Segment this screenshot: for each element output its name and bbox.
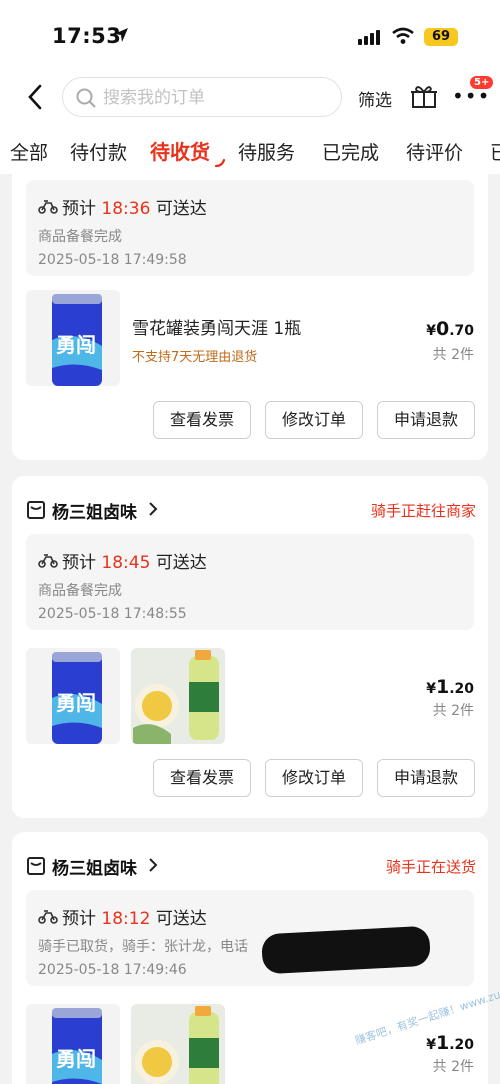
notification-badge: 5+ (470, 76, 494, 89)
chevron-right-icon (149, 502, 158, 516)
clock: 17:53 (52, 24, 122, 48)
eta-text: 预计 18:45 可送达 (62, 553, 207, 573)
beer-can-illustration: 勇闯 (26, 290, 120, 386)
tab-pending-review[interactable]: 待评价 (406, 138, 463, 165)
eta-text: 预计 18:12 可送达 (62, 909, 207, 929)
order-price: ¥1.20 (426, 676, 474, 698)
request-refund-button[interactable]: 申请退款 (377, 759, 475, 797)
delivery-status: 商品备餐完成 (38, 229, 122, 245)
product-image-green-tea[interactable] (131, 1004, 225, 1084)
shop-header[interactable]: 杨三姐卤味 骑手正赶往商家 (26, 498, 476, 524)
item-count: 共 2件 (432, 347, 474, 363)
tab-partial[interactable]: 已 (490, 138, 500, 165)
tab-pending-service[interactable]: 待服务 (238, 138, 295, 165)
store-icon (27, 857, 45, 875)
shop-name: 杨三姐卤味 (52, 503, 137, 523)
order-tabs: 全部 待付款 待收货 待服务 已完成 待评价 已 (0, 126, 500, 174)
rider-status: 骑手正在送货 (385, 858, 476, 876)
more-dots-icon: ••• (452, 84, 491, 108)
shop-header[interactable]: 杨三姐卤味 骑手正在送货 (26, 854, 476, 880)
chevron-right-icon (149, 858, 158, 872)
product-image-beer-can[interactable]: 勇闯 (26, 1004, 120, 1084)
delivery-info: 预计 18:36 可送达 商品备餐完成 2025-05-18 17:49:58 (26, 180, 474, 276)
shop-name: 杨三姐卤味 (52, 859, 137, 879)
store-icon (27, 501, 45, 519)
beer-can-illustration: 勇闯 (26, 648, 120, 744)
order-time: 2025-05-18 17:48:55 (38, 606, 187, 622)
tab-completed[interactable]: 已完成 (322, 138, 379, 165)
gift-icon[interactable] (410, 82, 438, 110)
filter-button[interactable]: 筛选 (358, 86, 392, 111)
scooter-icon (38, 200, 58, 214)
view-invoice-button[interactable]: 查看发票 (153, 401, 251, 439)
modify-order-button[interactable]: 修改订单 (265, 401, 363, 439)
eta-time: 18:45 (101, 553, 151, 573)
svg-text:勇闯: 勇闯 (56, 691, 96, 715)
scooter-icon (38, 554, 58, 568)
tab-all[interactable]: 全部 (10, 138, 48, 165)
delivery-info: 预计 18:45 可送达 商品备餐完成 2025-05-18 17:48:55 (26, 534, 474, 630)
item-count: 共 2件 (432, 1059, 474, 1075)
delivery-status: 商品备餐完成 (38, 583, 122, 599)
search-box[interactable] (62, 77, 342, 117)
active-tab-indicator (214, 158, 226, 168)
scooter-icon (38, 910, 58, 924)
svg-text:勇闯: 勇闯 (56, 333, 96, 357)
svg-text:勇闯: 勇闯 (56, 1047, 96, 1071)
return-policy-note: 不支持7天无理由退货 (132, 350, 258, 365)
search-icon (76, 88, 96, 108)
tab-pending-payment[interactable]: 待付款 (70, 138, 127, 165)
order-price: ¥0.70 (426, 318, 474, 340)
modify-order-button[interactable]: 修改订单 (265, 759, 363, 797)
location-arrow-icon (114, 28, 128, 42)
order-card[interactable]: 预计 18:36 可送达 商品备餐完成 2025-05-18 17:49:58 … (12, 172, 488, 460)
tab-pending-receipt[interactable]: 待收货 (150, 136, 210, 165)
order-time: 2025-05-18 17:49:46 (38, 962, 187, 978)
search-input[interactable] (103, 86, 323, 110)
status-bar: 17:53 69 (0, 0, 500, 70)
battery-indicator: 69 (424, 28, 458, 46)
order-card[interactable]: 杨三姐卤味 骑手正赶往商家 预计 18:45 可送达 商品备餐完成 2025-0… (12, 476, 488, 818)
request-refund-button[interactable]: 申请退款 (377, 401, 475, 439)
eta-text: 预计 18:36 可送达 (62, 199, 207, 219)
product-title: 雪花罐装勇闯天涯 1瓶 (132, 319, 302, 339)
order-time: 2025-05-18 17:49:58 (38, 252, 187, 268)
tea-bottle-illustration (131, 648, 225, 744)
product-image-green-tea[interactable] (131, 648, 225, 744)
tea-bottle-illustration (131, 1004, 225, 1084)
eta-time: 18:36 (101, 199, 151, 219)
back-chevron-icon[interactable] (24, 82, 46, 112)
beer-can-illustration: 勇闯 (26, 1004, 120, 1084)
product-image-beer-can[interactable]: 勇闯 (26, 648, 120, 744)
rider-status: 骑手正赶往商家 (370, 502, 476, 520)
order-price: ¥1.20 (426, 1032, 474, 1054)
eta-time: 18:12 (101, 909, 151, 929)
header: 筛选 ••• 5+ (0, 70, 500, 126)
signal-icon (358, 30, 380, 45)
item-count: 共 2件 (432, 703, 474, 719)
view-invoice-button[interactable]: 查看发票 (153, 759, 251, 797)
more-menu-button[interactable]: ••• 5+ (452, 76, 494, 110)
product-image-beer-can[interactable]: 勇闯 (26, 290, 120, 386)
wifi-icon (392, 27, 414, 44)
delivery-status: 骑手已取货，骑手：张计龙，电话 (38, 939, 248, 955)
